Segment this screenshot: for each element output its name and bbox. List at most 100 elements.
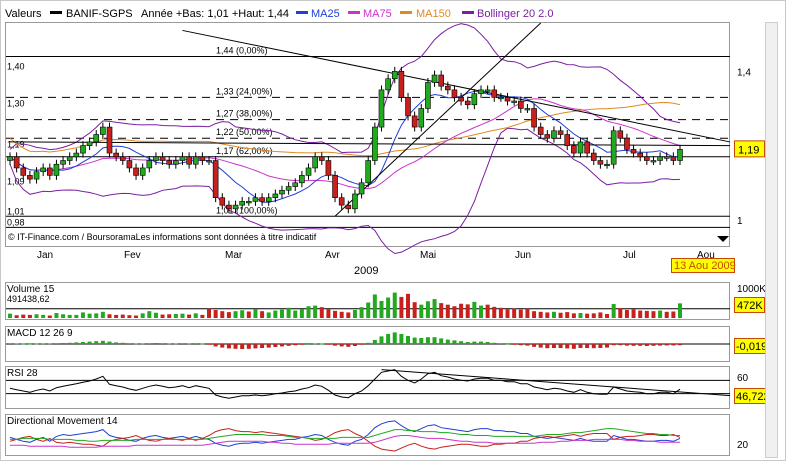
volume-bar	[319, 307, 324, 318]
volume-bar	[352, 309, 357, 318]
volume-bar	[406, 293, 411, 318]
y-tick-left-label: 0,98	[7, 217, 25, 227]
candle-body	[677, 149, 683, 161]
volume-bar	[465, 304, 470, 318]
x-month-label: Jan	[37, 250, 53, 261]
candle-body	[80, 145, 86, 154]
macd-bar	[346, 344, 351, 347]
dm-y-tick: 20	[737, 440, 749, 451]
macd-bar	[565, 344, 570, 349]
volume-bar	[532, 311, 537, 318]
x-year-label: 2009	[354, 265, 378, 277]
candle-body	[166, 160, 173, 165]
candle-body	[173, 160, 179, 165]
volume-bar	[180, 313, 185, 318]
volume-bar	[638, 310, 643, 318]
volume-bar	[459, 303, 464, 318]
volume-bar	[565, 312, 570, 318]
macd-bar	[134, 343, 139, 345]
y-tick-left-label: 1,30	[7, 98, 25, 108]
vertical-scrollbar[interactable]	[765, 22, 778, 458]
candle-body	[630, 149, 637, 154]
macd-bar	[220, 344, 225, 348]
macd-bar	[107, 341, 112, 344]
macd-bar	[624, 344, 629, 346]
volume-value-text: 491438,62	[7, 294, 50, 304]
macd-bar	[419, 338, 424, 344]
macd-bar	[618, 344, 623, 346]
indicator-title: MACD 12 26 9	[7, 328, 73, 339]
volume-bar	[478, 305, 483, 318]
volume-bar	[624, 309, 629, 318]
macd-bar	[485, 342, 490, 344]
volume-bar	[339, 311, 344, 318]
candle-body	[657, 156, 663, 161]
candle-body	[272, 193, 279, 198]
macd-bar	[432, 337, 437, 344]
volume-bar	[160, 314, 165, 318]
volume-bar	[412, 302, 417, 318]
volume-bar	[498, 307, 503, 318]
macd-bar	[213, 344, 218, 347]
candle-body	[644, 156, 650, 161]
volume-bar	[94, 313, 99, 318]
volume-bar	[27, 314, 32, 318]
macd-bar	[74, 342, 79, 344]
volume-bar	[578, 313, 583, 318]
candle-body	[425, 82, 431, 109]
candle-body	[484, 89, 491, 92]
macd-bar	[187, 343, 192, 345]
macd-bar	[658, 344, 663, 346]
volume-bar	[618, 308, 623, 318]
candle-body	[27, 175, 33, 180]
volume-bar	[558, 312, 563, 318]
macd-bar	[372, 340, 377, 344]
macd-bar	[100, 340, 105, 344]
ma25-legend-swatch	[296, 11, 308, 14]
candle-body	[352, 193, 358, 210]
volume-bar	[525, 308, 530, 318]
candle-body	[590, 152, 597, 161]
candle-body	[537, 126, 544, 135]
candle-body	[305, 167, 312, 176]
volume-bar	[286, 307, 291, 318]
volume-bar	[120, 314, 125, 318]
ma150-legend-swatch	[400, 11, 412, 14]
volume-bar	[74, 314, 79, 318]
x-month-label: Avr	[325, 250, 340, 261]
volume-bar	[54, 313, 59, 318]
volume-bar	[173, 313, 178, 318]
volume-bar	[485, 304, 490, 318]
volume-bar	[114, 314, 119, 318]
x-month-label: Mai	[420, 250, 436, 261]
volume-bar	[598, 312, 603, 318]
macd-bar	[512, 344, 517, 345]
candle-body	[451, 89, 458, 98]
macd-bar	[266, 344, 271, 348]
volume-bar	[425, 301, 430, 318]
volume-bar	[379, 300, 384, 318]
candle-body	[597, 160, 604, 165]
candle-body	[531, 108, 537, 128]
volume-bar	[664, 311, 669, 318]
macd-bar	[299, 344, 304, 345]
volume-bar	[392, 292, 397, 318]
volume-bar	[419, 304, 424, 318]
candle-body	[53, 163, 60, 176]
volume-bar	[279, 309, 284, 318]
volume-bar	[333, 310, 338, 318]
candle-body	[358, 182, 365, 195]
candle-body	[391, 71, 398, 80]
indicator-title: Directional Movement 14	[7, 416, 118, 427]
ma150-legend-label: MA150	[416, 8, 451, 20]
candle-body	[113, 152, 119, 158]
macd-bar	[61, 343, 66, 344]
macd-bar	[505, 343, 510, 345]
y-tick-right-label: 1,4	[737, 67, 751, 78]
candle-body	[66, 156, 73, 161]
ma75-legend-label: MA75	[363, 8, 392, 20]
rsi-y-tick: 60	[737, 373, 749, 384]
candle-body	[252, 197, 259, 202]
macd-bar	[525, 344, 530, 346]
macd-bar	[465, 342, 470, 344]
